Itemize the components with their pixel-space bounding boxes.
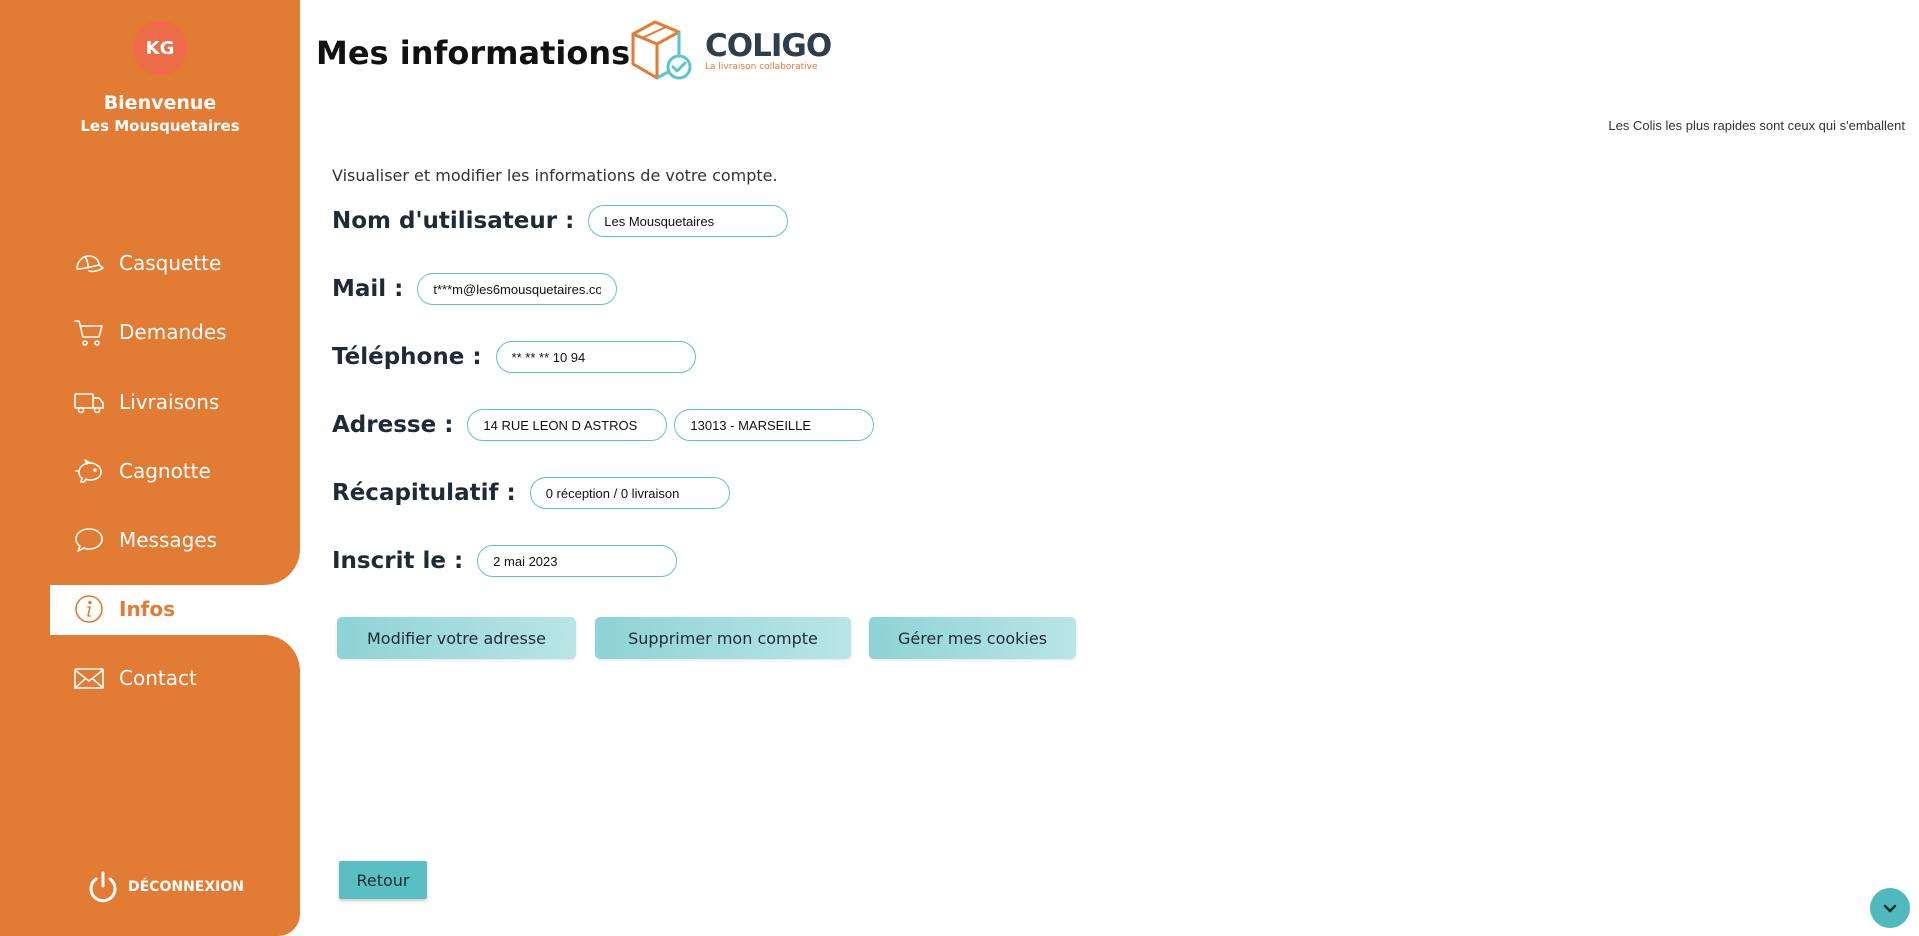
summary-row: Récapitulatif :	[332, 477, 737, 509]
logo-tagline: La livraison collaborative	[705, 62, 818, 72]
page-title: Mes informations	[316, 34, 631, 72]
sidebar-item-label: Casquette	[119, 251, 222, 275]
intro-text: Visualiser et modifier les informations …	[332, 166, 778, 185]
registered-row: Inscrit le :	[332, 545, 684, 577]
phone-field[interactable]	[495, 341, 696, 373]
coligo-logo: COLIGO La livraison collaborative	[627, 18, 832, 84]
sidebar: KG Bienvenue Les Mousquetaires Casquette…	[0, 0, 305, 936]
truck-icon	[73, 386, 105, 418]
username-field[interactable]	[588, 205, 789, 237]
welcome-text: Bienvenue	[103, 92, 217, 114]
edit-address-button[interactable]: Modifier votre adresse	[337, 617, 576, 659]
registered-label: Inscrit le :	[332, 548, 464, 574]
cart-icon	[73, 316, 105, 348]
sidebar-item-contact[interactable]: Contact	[73, 658, 197, 698]
sidebar-item-label: Contact	[119, 666, 197, 690]
address-label: Adresse :	[332, 412, 454, 438]
sidebar-item-casquette[interactable]: Casquette	[73, 243, 221, 283]
info-icon	[73, 593, 105, 625]
sidebar-item-livraisons[interactable]: Livraisons	[73, 382, 219, 422]
sidebar-username: Les Mousquetaires	[80, 117, 240, 135]
address-row: Adresse :	[332, 409, 881, 441]
chat-bubble-icon	[73, 524, 105, 556]
piggy-bank-icon	[73, 455, 105, 487]
mail-row: Mail :	[332, 273, 624, 305]
sidebar-item-label: Livraisons	[119, 390, 220, 414]
envelope-icon	[73, 662, 105, 694]
chevron-down-icon	[1883, 904, 1897, 913]
mail-label: Mail :	[332, 276, 404, 302]
sidebar-item-messages[interactable]: Messages	[73, 520, 217, 560]
summary-label: Récapitulatif :	[332, 480, 516, 506]
manage-cookies-button[interactable]: Gérer mes cookies	[869, 617, 1076, 659]
sidebar-background-top	[0, 0, 300, 585]
sidebar-item-label: Messages	[119, 528, 218, 552]
sidebar-item-cagnotte[interactable]: Cagnotte	[73, 451, 211, 491]
sidebar-item-label: Infos	[119, 597, 176, 621]
phone-row: Téléphone :	[332, 341, 703, 373]
username-row: Nom d'utilisateur :	[332, 205, 795, 237]
box-check-icon	[631, 20, 692, 80]
street-field[interactable]	[467, 409, 668, 441]
logout-button[interactable]: DÉCONNEXION	[86, 870, 244, 904]
slogan: Les Colis les plus rapides sont ceux qui…	[1608, 118, 1905, 133]
sidebar-item-label: Demandes	[119, 320, 227, 344]
logo-name: COLIGO	[705, 28, 832, 64]
avatar[interactable]: KG	[133, 21, 187, 75]
city-field[interactable]	[674, 409, 875, 441]
back-button[interactable]: Retour	[339, 861, 427, 899]
phone-label: Téléphone :	[332, 344, 482, 370]
registered-date-field[interactable]	[477, 545, 678, 577]
logout-label: DÉCONNEXION	[128, 879, 244, 895]
cap-icon	[73, 247, 105, 279]
email-field[interactable]	[417, 273, 618, 305]
power-icon	[89, 871, 117, 903]
username-label: Nom d'utilisateur :	[332, 208, 575, 234]
summary-field[interactable]	[529, 477, 730, 509]
sidebar-background-gap	[0, 585, 50, 635]
sidebar-item-label: Cagnotte	[119, 459, 211, 483]
delete-account-button[interactable]: Supprimer mon compte	[595, 617, 851, 659]
scroll-down-button[interactable]	[1870, 888, 1910, 928]
sidebar-item-infos[interactable]: Infos	[73, 589, 175, 629]
sidebar-item-demandes[interactable]: Demandes	[73, 312, 227, 352]
